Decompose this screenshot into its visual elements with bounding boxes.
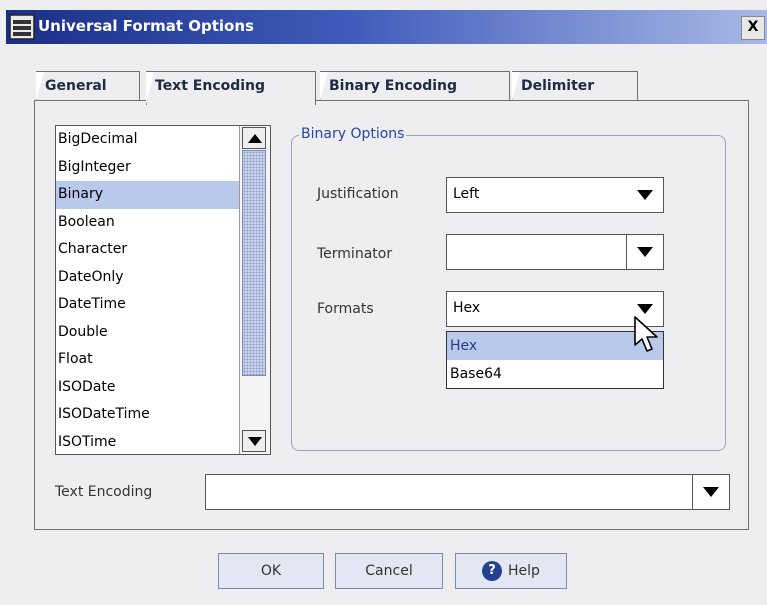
formats-option-hex[interactable]: Hex [447, 332, 663, 360]
list-scrollbar[interactable] [239, 126, 270, 454]
type-listbox[interactable]: BigDecimal BigInteger Binary Boolean Cha… [55, 125, 271, 455]
scroll-down-button[interactable] [242, 430, 266, 452]
list-item[interactable]: Character [56, 236, 270, 264]
justification-dropdown-button[interactable] [627, 178, 663, 212]
help-icon: ? [482, 561, 503, 581]
app-icon [9, 14, 35, 40]
close-button[interactable]: X [741, 16, 765, 40]
text-encoding-combo[interactable] [205, 474, 730, 510]
text-encoding-label: Text Encoding [55, 484, 153, 500]
tab-general-label: General [45, 78, 107, 94]
list-item[interactable]: Double [56, 319, 270, 347]
cancel-button-label: Cancel [365, 563, 413, 579]
list-item[interactable]: ISODate [56, 374, 270, 402]
window-title: Universal Format Options [38, 17, 254, 35]
title-bar[interactable]: Universal Format Options X [6, 10, 767, 44]
list-item[interactable]: ISOTime [56, 429, 270, 455]
tab-general[interactable]: General [36, 71, 140, 101]
justification-label: Justification [317, 186, 399, 202]
ok-button[interactable]: OK [218, 553, 324, 589]
mouse-pointer-icon [634, 316, 658, 352]
terminator-label: Terminator [317, 246, 393, 262]
list-item[interactable]: DateTime [56, 291, 270, 319]
dialog-window: Universal Format Options X General Text … [0, 0, 767, 605]
formats-value: Hex [453, 300, 481, 316]
list-item[interactable]: Float [56, 346, 270, 374]
down-arrow-icon [248, 437, 262, 446]
list-item[interactable]: DateOnly [56, 264, 270, 292]
ok-button-label: OK [260, 563, 282, 579]
cancel-button[interactable]: Cancel [335, 553, 443, 589]
tab-text-encoding-label: Text Encoding [155, 78, 266, 94]
tab-delimiter[interactable]: Delimiter [512, 71, 638, 101]
terminator-dropdown-button[interactable] [626, 235, 663, 269]
formats-label: Formats [317, 301, 374, 317]
list-item[interactable]: BigInteger [56, 154, 270, 182]
list-item[interactable]: Boolean [56, 209, 270, 237]
tab-binary-encoding-label: Binary Encoding [329, 78, 458, 94]
scroll-up-button[interactable] [242, 127, 266, 149]
tab-binary-encoding[interactable]: Binary Encoding [320, 71, 510, 101]
chevron-down-icon [637, 247, 653, 257]
tab-text-encoding[interactable]: Text Encoding [146, 71, 316, 105]
tab-delimiter-label: Delimiter [521, 78, 595, 94]
list-item[interactable]: ISODateTime [56, 401, 270, 429]
help-button-label: Help [508, 563, 540, 579]
terminator-combo[interactable] [446, 234, 664, 270]
justification-select[interactable]: Left [446, 177, 664, 213]
up-arrow-icon [248, 134, 262, 143]
binary-options-title: Binary Options [299, 126, 407, 142]
help-button[interactable]: ? Help [455, 553, 567, 589]
justification-value: Left [453, 186, 480, 202]
formats-option-base64[interactable]: Base64 [447, 360, 663, 388]
scroll-thumb[interactable] [242, 150, 266, 376]
list-item-selected[interactable]: Binary [56, 181, 270, 209]
list-item[interactable]: BigDecimal [56, 126, 270, 154]
chevron-down-icon [703, 487, 719, 497]
chevron-down-icon [637, 190, 653, 200]
chevron-down-icon [637, 304, 653, 314]
text-encoding-dropdown-button[interactable] [692, 475, 729, 509]
